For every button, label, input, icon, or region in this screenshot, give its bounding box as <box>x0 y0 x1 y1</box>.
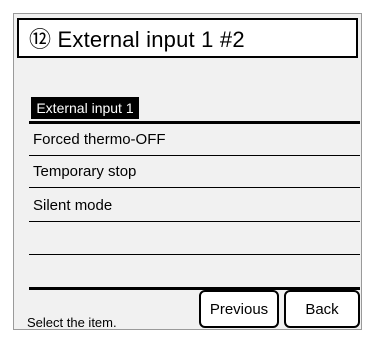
page-title-text: ⑫ External input 1 #2 <box>29 27 245 52</box>
list-header-label: External input 1 <box>31 97 139 119</box>
list-item-label: Silent mode <box>33 197 113 214</box>
list-item-label: Temporary stop <box>33 163 137 180</box>
page-title: ⑫ External input 1 #2 <box>17 18 358 58</box>
previous-button[interactable]: Previous <box>199 290 279 328</box>
list-item-empty-1[interactable] <box>29 223 360 255</box>
list-item-silent-mode[interactable]: Silent mode <box>29 190 360 222</box>
list-item-label: Forced thermo-OFF <box>33 131 166 148</box>
back-button[interactable]: Back <box>284 290 360 328</box>
list-item-temporary-stop[interactable]: Temporary stop <box>29 156 360 188</box>
list-item-forced-thermo-off[interactable]: Forced thermo-OFF <box>29 124 360 156</box>
list-item-empty-2[interactable] <box>29 256 360 288</box>
status-message: Select the item. <box>27 315 117 330</box>
